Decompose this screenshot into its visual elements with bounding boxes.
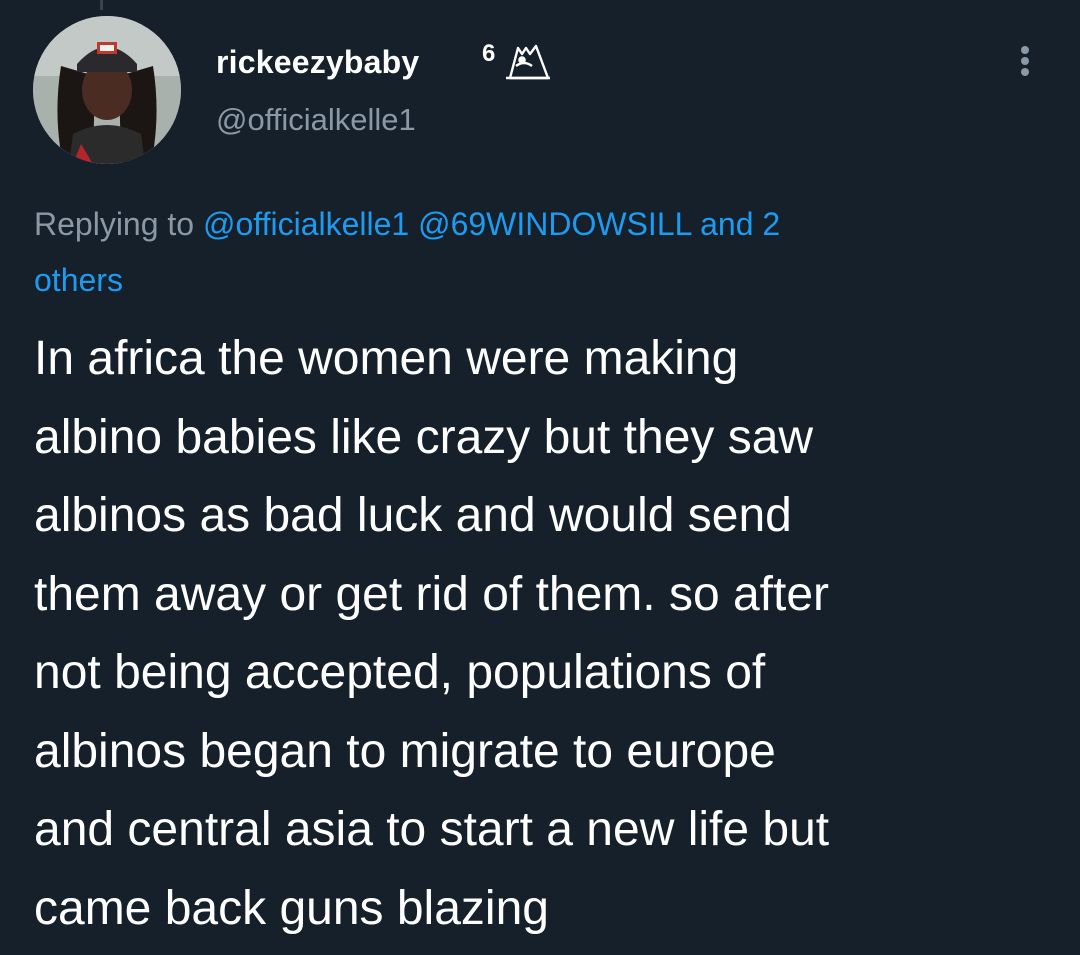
tweet-text-line: came back guns blazing xyxy=(34,881,549,935)
tweet-text-line: not being accepted, populations of xyxy=(34,646,766,699)
reply-and-others-line1: and 2 xyxy=(700,206,781,242)
more-options-icon-dot xyxy=(1021,57,1029,65)
tweet-text-line: them away or get rid of them. so after xyxy=(34,567,830,621)
name-badge: 6 xyxy=(476,38,556,82)
author-handle[interactable]: @officialkelle1 xyxy=(216,101,416,139)
owl-emoji-icon xyxy=(506,44,550,80)
more-options-button[interactable] xyxy=(1010,40,1040,80)
reply-mention-69windowsill[interactable]: @69WINDOWSILL xyxy=(418,206,691,242)
tweet-text-line: albinos began to migrate to europe xyxy=(34,724,776,778)
avatar-image xyxy=(33,16,181,164)
reply-prefix: Replying to xyxy=(34,206,195,242)
reply-and-others-line2: others xyxy=(34,262,123,298)
tweet-text-line: and central asia to start a new life but xyxy=(34,803,830,856)
tweet-text-line: In africa the women were making xyxy=(34,332,739,385)
tweet-text-line: albinos as bad luck and would send xyxy=(34,489,792,542)
badge-number: 6 xyxy=(482,40,496,67)
tweet-text: In africa the women were making albino b… xyxy=(34,320,1064,948)
more-options-icon xyxy=(1021,46,1029,54)
avatar[interactable] xyxy=(33,16,181,164)
reply-mention-officialkelle1[interactable]: @officialkelle1 xyxy=(203,206,409,242)
tweet-text-line: albino babies like crazy but they saw xyxy=(34,410,814,464)
more-options-icon-dot xyxy=(1021,68,1029,76)
author-display-name[interactable]: rickeezybaby xyxy=(216,42,419,82)
reply-context: Replying to @officialkelle1 @69WINDOWSIL… xyxy=(34,196,1034,308)
thread-connector-line xyxy=(100,0,103,10)
